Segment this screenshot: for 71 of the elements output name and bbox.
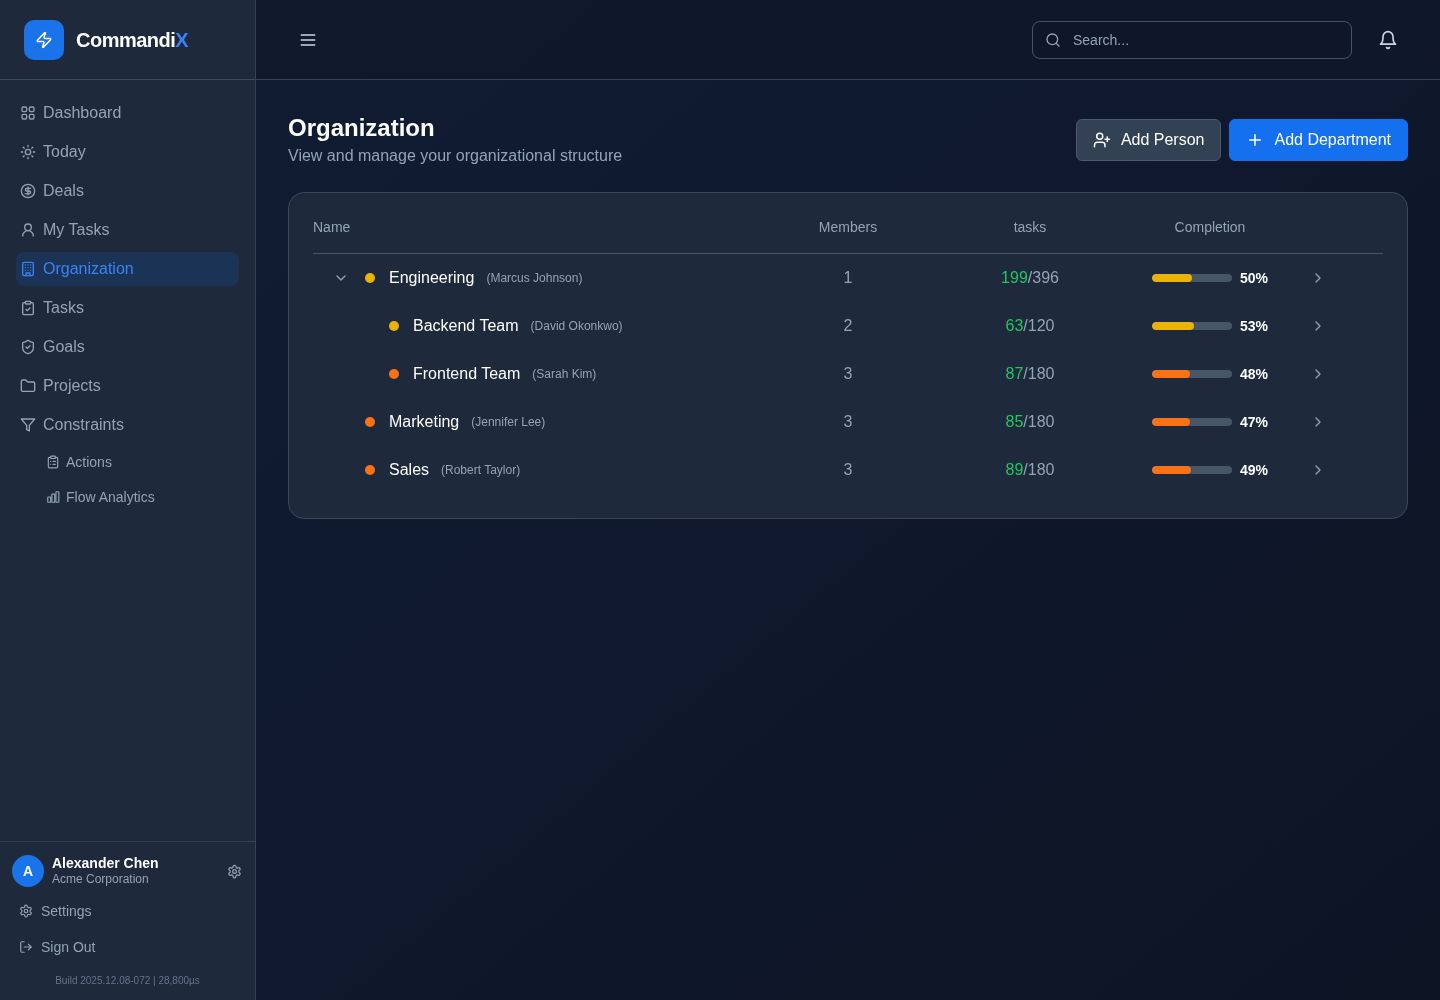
task-count: 63/120 — [1005, 316, 1055, 336]
department-name: Backend Team — [413, 316, 519, 336]
completion-percent: 53% — [1240, 316, 1268, 336]
manager-name: (David Okonkwo) — [530, 318, 623, 335]
sidebar-item[interactable]: Tasks — [16, 291, 239, 325]
manager-name: (Marcus Johnson) — [486, 270, 583, 287]
brand-name: CommandiX — [76, 27, 189, 53]
task-count: 89/180 — [1005, 460, 1055, 480]
folder-icon — [20, 378, 36, 394]
member-count: 2 — [843, 316, 853, 336]
page-subtitle: View and manage your organizational structure — [288, 146, 623, 166]
column-header: Completion — [1173, 218, 1247, 237]
department-name: Marketing — [389, 412, 460, 432]
sidebar-item[interactable]: My Tasks — [16, 213, 239, 247]
manager-name: (Robert Taylor) — [441, 462, 521, 479]
column-header: Name — [313, 218, 352, 237]
sidebar-item[interactable]: Deals — [16, 174, 239, 208]
member-count: 3 — [843, 412, 853, 432]
user-icon — [20, 222, 36, 238]
add-person-button[interactable]: Add Person — [1075, 119, 1222, 161]
search-field[interactable]: Search... — [1032, 20, 1352, 59]
completion-percent: 49% — [1240, 460, 1268, 480]
bar-chart-icon — [46, 490, 60, 504]
department-name: Engineering — [389, 268, 475, 288]
shield-check-icon — [20, 339, 36, 355]
build-info: Build 2025.12.08-072 | 28,800µs — [55, 974, 200, 988]
column-header: Members — [817, 218, 879, 237]
member-count: 1 — [843, 268, 853, 288]
sidebar-link[interactable]: Settings — [19, 899, 236, 923]
settings-icon — [227, 863, 242, 879]
sidebar-item[interactable]: Constraints — [16, 408, 239, 442]
member-count: 3 — [843, 460, 853, 480]
lightning-logo-icon — [24, 19, 64, 60]
add-department-button[interactable]: Add Department — [1229, 119, 1408, 161]
user-plus-icon — [1092, 131, 1111, 149]
sun-icon — [20, 144, 36, 160]
completion-percent: 50% — [1240, 268, 1268, 288]
user-name: Alexander Chen — [52, 855, 160, 871]
sidebar-item[interactable]: Dashboard — [16, 96, 239, 130]
building-icon — [20, 261, 36, 277]
avatar: A — [12, 855, 44, 887]
sidebar-link[interactable]: Sign Out — [19, 935, 236, 959]
sidebar-item[interactable]: Today — [16, 135, 239, 169]
manager-name: (Jennifer Lee) — [471, 414, 546, 431]
sidebar-subitem[interactable]: Actions — [16, 447, 239, 477]
clipboard-icon — [46, 455, 60, 469]
search-icon — [1045, 31, 1061, 48]
dollar-icon — [20, 183, 36, 199]
clipboard-check-icon — [20, 300, 36, 316]
task-count: 85/180 — [1005, 412, 1055, 432]
sidebar-subitem[interactable]: Flow Analytics — [16, 482, 239, 512]
settings-button[interactable] — [227, 863, 242, 879]
completion-percent: 47% — [1240, 412, 1268, 432]
column-header: tasks — [1012, 218, 1048, 237]
sign-out-icon — [19, 940, 33, 954]
grid-icon — [20, 105, 36, 121]
task-count: 199/396 — [1001, 268, 1059, 288]
sidebar-item[interactable]: Organization — [16, 252, 239, 286]
page-title: Organization — [288, 113, 436, 143]
department-name: Sales — [389, 460, 430, 480]
manager-name: (Sarah Kim) — [532, 366, 597, 383]
company-name: Acme Corporation — [52, 871, 150, 887]
sidebar-item[interactable]: Goals — [16, 330, 239, 364]
completion-percent: 48% — [1240, 364, 1268, 384]
sidebar-item[interactable]: Projects — [16, 369, 239, 403]
department-name: Frontend Team — [413, 364, 521, 384]
bell-icon — [1378, 29, 1398, 50]
funnel-icon — [20, 417, 36, 433]
member-count: 3 — [843, 364, 853, 384]
settings-icon — [19, 904, 33, 918]
task-count: 87/180 — [1005, 364, 1055, 384]
